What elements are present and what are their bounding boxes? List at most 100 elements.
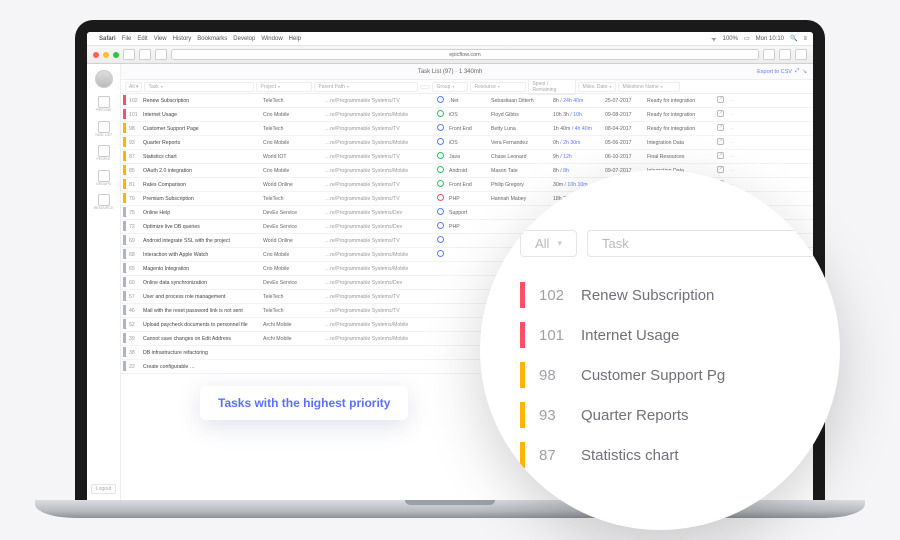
task-name[interactable]: Mail with the reset password link is not…: [141, 308, 261, 314]
col-spent[interactable]: Spent / Remaining: [528, 79, 576, 95]
task-name[interactable]: Customer Support Page: [141, 126, 261, 132]
task-name[interactable]: Upload paycheck documents to personnel f…: [141, 322, 261, 328]
expand-icon[interactable]: ⤢: [795, 68, 799, 75]
status-icon[interactable]: [437, 96, 444, 103]
menu-help[interactable]: Help: [289, 36, 301, 42]
status-icon[interactable]: [437, 222, 444, 229]
status-icon[interactable]: [437, 166, 444, 173]
task-name[interactable]: Renew Subscription: [141, 98, 261, 104]
row-menu-icon[interactable]: ⋯: [727, 112, 737, 118]
status-icon[interactable]: [437, 194, 444, 201]
status-icon[interactable]: [437, 250, 444, 257]
col-task[interactable]: Task▾: [144, 82, 254, 92]
tabs-icon[interactable]: [795, 49, 807, 60]
task-name[interactable]: Interaction with Apple Watch: [141, 252, 261, 258]
nav-forward-icon[interactable]: [155, 49, 167, 60]
task-name[interactable]: Android integrate SSL with the project: [141, 238, 261, 244]
status-icon[interactable]: [437, 138, 444, 145]
zoom-filter-all[interactable]: All▾: [520, 230, 577, 257]
open-link-icon[interactable]: [717, 138, 724, 145]
sidebar-item-pipeline[interactable]: PIPELINE: [94, 96, 114, 113]
col-status[interactable]: [420, 85, 430, 89]
open-link-icon[interactable]: [717, 96, 724, 103]
menu-icon[interactable]: ≡: [803, 36, 807, 42]
user-avatar[interactable]: [95, 70, 113, 88]
task-name[interactable]: Magento Integration: [141, 266, 261, 272]
status-icon[interactable]: [437, 208, 444, 215]
col-resource[interactable]: Resource▾: [470, 82, 526, 92]
task-name[interactable]: DB infrastructure refactoring: [141, 350, 261, 356]
task-name[interactable]: OAuth 2.0 integration: [141, 168, 261, 174]
window-zoom-icon[interactable]: [113, 52, 119, 58]
menu-history[interactable]: History: [173, 36, 192, 42]
window-close-icon[interactable]: [93, 52, 99, 58]
status-icon[interactable]: [437, 152, 444, 159]
open-link-icon[interactable]: [717, 124, 724, 131]
zoom-row[interactable]: 102Renew Subscription: [520, 275, 820, 315]
priority-value: 101: [127, 112, 141, 118]
table-row[interactable]: 87Statistics chartWorld IOT…re/Programma…: [121, 150, 813, 164]
task-name[interactable]: Premium Subscription: [141, 196, 261, 202]
sidebar-item-people[interactable]: PEOPLE: [94, 145, 114, 162]
table-row[interactable]: 101Internet UsageCrio Mobile…re/Programm…: [121, 108, 813, 122]
export-csv-button[interactable]: Export to CSV: [757, 69, 792, 75]
window-minimize-icon[interactable]: [103, 52, 109, 58]
zoom-row[interactable]: 87Statistics chart: [520, 435, 820, 475]
menu-bookmarks[interactable]: Bookmarks: [197, 36, 227, 42]
col-milestone[interactable]: Milestone Name▾: [618, 82, 680, 92]
task-name[interactable]: Quarter Reports: [141, 140, 261, 146]
open-link-icon[interactable]: [717, 166, 724, 173]
logout-button[interactable]: Logout: [91, 484, 116, 494]
zoom-filter-task[interactable]: Task: [587, 230, 820, 257]
task-name[interactable]: Online Help: [141, 210, 261, 216]
sidebar-item-resource[interactable]: RESOURCE: [94, 194, 114, 211]
wifi-icon[interactable]: ᯤ: [711, 35, 716, 43]
sidebar-toggle-icon[interactable]: [123, 49, 135, 60]
task-name[interactable]: Create configurable …: [141, 364, 261, 370]
menu-edit[interactable]: Edit: [137, 36, 147, 42]
zoom-row[interactable]: 93Quarter Reports: [520, 395, 820, 435]
open-link-icon[interactable]: [717, 110, 724, 117]
task-name[interactable]: Online data synchronization: [141, 280, 261, 286]
col-group[interactable]: Group▾: [432, 82, 468, 92]
table-row[interactable]: 102Renew SubscriptionTeleTech…re/Program…: [121, 94, 813, 108]
row-menu-icon[interactable]: ⋯: [727, 126, 737, 132]
row-menu-icon[interactable]: ⋯: [727, 168, 737, 174]
status-icon[interactable]: [437, 110, 444, 117]
menu-develop[interactable]: Develop: [233, 36, 255, 42]
address-bar[interactable]: epicflow.com: [171, 49, 759, 60]
task-name[interactable]: User and process role management: [141, 294, 261, 300]
menu-file[interactable]: File: [122, 36, 132, 42]
task-name[interactable]: Internet Usage: [141, 112, 261, 118]
task-name[interactable]: Rates Comparison: [141, 182, 261, 188]
status-icon[interactable]: [437, 124, 444, 131]
share-icon[interactable]: [779, 49, 791, 60]
task-name[interactable]: Statistics chart: [141, 154, 261, 160]
sidebar-item-tasklist[interactable]: TASK LIST: [94, 121, 114, 138]
col-project[interactable]: Project▾: [256, 82, 312, 92]
status-icon[interactable]: [437, 180, 444, 187]
row-menu-icon[interactable]: ⋯: [727, 140, 737, 146]
reload-icon[interactable]: [763, 49, 775, 60]
zoom-row[interactable]: 101Internet Usage: [520, 315, 820, 355]
task-name[interactable]: Optimize live DB queries: [141, 224, 261, 230]
collapse-icon[interactable]: ↘: [802, 69, 807, 75]
spotlight-icon[interactable]: 🔍: [790, 35, 797, 42]
menu-view[interactable]: View: [154, 36, 167, 42]
row-menu-icon[interactable]: ⋯: [727, 98, 737, 104]
zoom-row[interactable]: 98Customer Support Pg: [520, 355, 820, 395]
sidebar-item-groups[interactable]: GROUPS: [94, 170, 114, 187]
menubar-app[interactable]: Safari: [99, 36, 116, 42]
filter-all[interactable]: All ▾: [125, 82, 142, 92]
task-name[interactable]: Cannot save changes on Edit Address: [141, 336, 261, 342]
status-icon[interactable]: [437, 236, 444, 243]
table-row[interactable]: 98Customer Support PageTeleTech…re/Progr…: [121, 122, 813, 136]
col-parent-path[interactable]: Parent Path▾: [314, 82, 418, 92]
menu-window[interactable]: Window: [261, 36, 282, 42]
open-link-icon[interactable]: [717, 152, 724, 159]
nav-back-icon[interactable]: [139, 49, 151, 60]
table-row[interactable]: 93Quarter ReportsCrio Mobile…re/Programm…: [121, 136, 813, 150]
col-date[interactable]: Miles. Date▾: [578, 82, 616, 92]
parent-path: …re/Programmable Systems/TV: [323, 154, 433, 160]
row-menu-icon[interactable]: ⋯: [727, 154, 737, 160]
